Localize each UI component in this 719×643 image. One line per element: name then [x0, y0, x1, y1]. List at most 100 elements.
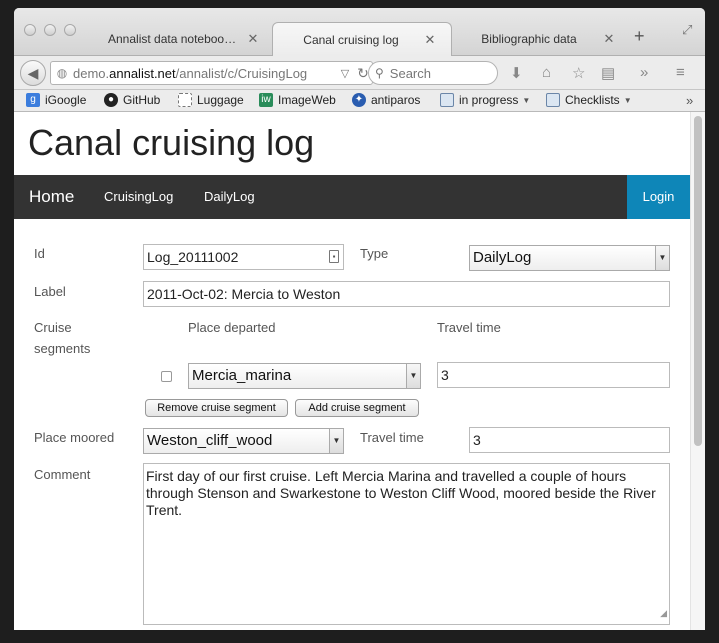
cruise-segments-label-line1: Cruise: [34, 320, 72, 335]
minimize-window-button[interactable]: [44, 24, 56, 36]
google-g-icon: g: [26, 93, 40, 107]
bookmark-label: ImageWeb: [278, 93, 336, 107]
dropdown-triangle-icon[interactable]: ▽: [336, 67, 354, 80]
hamburger-menu-icon[interactable]: ≡: [676, 64, 685, 81]
label-value: 2011-Oct-02: Mercia to Weston: [147, 286, 341, 302]
url-path: /annalist/c/CruisingLog: [175, 65, 308, 81]
overflow-chevron-icon[interactable]: »: [640, 64, 648, 81]
comment-label: Comment: [34, 467, 91, 482]
bookmark-star-icon[interactable]: ☆: [572, 64, 585, 82]
folder-icon: [440, 93, 454, 107]
close-window-button[interactable]: [24, 24, 36, 36]
contact-card-icon: ▪: [329, 250, 339, 263]
chevron-down-icon: ▼: [522, 95, 531, 105]
login-button[interactable]: Login: [627, 175, 690, 219]
site-menu-bar: Home CruisingLog DailyLog Login: [14, 175, 690, 219]
place-departed-select[interactable]: Mercia_marina ▼: [188, 363, 421, 389]
url-text: demo.annalist.net/annalist/c/CruisingLog: [73, 66, 336, 81]
id-input[interactable]: Log_20111002 ▪: [143, 244, 344, 270]
browser-window: Annalist data notebook ... ✕ Canal cruis…: [14, 8, 705, 630]
select-arrow-icon: ▼: [406, 364, 420, 388]
fullscreen-arrows-icon[interactable]: ⤢: [682, 22, 692, 38]
navigation-toolbar: ◀ ◍ demo.annalist.net/annalist/c/Cruisin…: [14, 56, 705, 90]
travel-time-label: Travel time: [360, 430, 424, 445]
vertical-scrollbar[interactable]: [690, 112, 705, 630]
segment-travel-time-input[interactable]: 3: [437, 362, 670, 388]
type-value: DailyLog: [473, 249, 532, 266]
search-input[interactable]: ⚲ Search: [368, 61, 498, 85]
bookmark-folder-in-progress[interactable]: in progress ▼: [440, 93, 530, 107]
tab-close-icon[interactable]: ✕: [602, 31, 616, 47]
tab-close-icon[interactable]: ✕: [423, 32, 437, 48]
bookmark-label: GitHub: [123, 93, 161, 107]
bookmark-github[interactable]: ● GitHub: [104, 93, 160, 107]
page-title: Canal cruising log: [28, 122, 315, 163]
download-arrow-icon[interactable]: ⬇: [510, 64, 523, 82]
place-moored-label: Place moored: [34, 430, 115, 445]
url-bar[interactable]: ◍ demo.annalist.net/annalist/c/CruisingL…: [50, 61, 373, 85]
tab-label: Bibliographic data: [481, 32, 577, 46]
github-octocat-icon: ●: [104, 93, 118, 107]
back-arrow-icon[interactable]: ◀: [20, 60, 46, 86]
place-moored-value: Weston_cliff_wood: [147, 432, 273, 449]
zoom-window-button[interactable]: [64, 24, 76, 36]
home-icon[interactable]: ⌂: [542, 64, 551, 81]
tab-canal-cruising-log[interactable]: Canal cruising log ✕: [272, 22, 452, 56]
bookmark-folder-checklists[interactable]: Checklists ▼: [546, 93, 632, 107]
bookmark-label: Luggage: [197, 93, 244, 107]
menu-dailylog-link[interactable]: DailyLog: [204, 175, 255, 219]
chevron-down-icon: ▼: [623, 95, 632, 105]
menu-cruisinglog-link[interactable]: CruisingLog: [104, 175, 173, 219]
search-icon: ⚲: [375, 66, 384, 80]
bookmarks-overflow-chevron-icon[interactable]: »: [686, 93, 693, 108]
page-content: Canal cruising log Home CruisingLog Dail…: [14, 112, 690, 630]
url-domain: annalist.net: [109, 65, 176, 81]
travel-time-input[interactable]: 3: [469, 427, 670, 453]
label-input[interactable]: 2011-Oct-02: Mercia to Weston: [143, 281, 670, 307]
type-select[interactable]: DailyLog ▼: [469, 245, 670, 271]
place-moored-select[interactable]: Weston_cliff_wood ▼: [143, 428, 344, 454]
select-arrow-icon: ▼: [329, 429, 343, 453]
tab-annalist-notebook[interactable]: Annalist data notebook ... ✕: [94, 22, 274, 56]
folder-icon: [546, 93, 560, 107]
bookmark-label: iGoogle: [45, 93, 87, 107]
bookmark-label: in progress: [459, 93, 519, 107]
id-label: Id: [34, 246, 45, 261]
type-label: Type: [360, 246, 389, 261]
dashed-square-icon: [178, 93, 192, 107]
scrollbar-thumb[interactable]: [694, 116, 702, 446]
url-prefix: demo.: [73, 65, 110, 81]
bookmark-antiparos[interactable]: ✦ antiparos: [352, 93, 420, 107]
cruise-segments-label-line2: segments: [34, 341, 91, 356]
tab-close-icon[interactable]: ✕: [246, 31, 260, 47]
select-arrow-icon: ▼: [655, 246, 669, 270]
segment-travel-time-value: 3: [441, 367, 449, 383]
tab-bibliographic-data[interactable]: Bibliographic data ✕: [450, 22, 630, 56]
travel-time-value: 3: [473, 432, 481, 448]
tab-label: Annalist data notebook ...: [108, 32, 238, 46]
travel-time-column-header: Travel time: [437, 320, 501, 335]
tab-label: Canal cruising log: [303, 32, 399, 47]
bookmark-igoogle[interactable]: g iGoogle: [26, 93, 86, 107]
search-placeholder: Search: [389, 65, 431, 81]
label-label: Label: [34, 284, 66, 299]
globe-icon: ✦: [352, 93, 366, 107]
segment-select-checkbox[interactable]: [161, 371, 172, 382]
bookmark-imageweb[interactable]: iw ImageWeb: [259, 93, 336, 107]
add-cruise-segment-button[interactable]: Add cruise segment: [295, 399, 419, 417]
place-departed-column-header: Place departed: [188, 320, 276, 335]
comment-textarea[interactable]: First day of our first cruise. Left Merc…: [143, 463, 670, 625]
remove-cruise-segment-button[interactable]: Remove cruise segment: [145, 399, 288, 417]
menu-home-link[interactable]: Home: [29, 175, 74, 219]
id-value: Log_20111002: [147, 249, 239, 265]
bookmark-luggage[interactable]: Luggage: [178, 93, 244, 107]
bookmarks-toolbar: g iGoogle ● GitHub Luggage iw ImageWeb ✦…: [14, 90, 705, 112]
place-departed-value: Mercia_marina: [192, 367, 292, 384]
globe-icon: ◍: [56, 66, 68, 80]
bookmark-label: antiparos: [371, 93, 421, 107]
resize-grip-icon[interactable]: ◢: [660, 605, 667, 622]
reading-list-icon[interactable]: ▤: [601, 64, 615, 82]
comment-value: First day of our first cruise. Left Merc…: [146, 468, 656, 518]
new-tab-plus-icon[interactable]: +: [634, 26, 645, 47]
bookmark-label: Checklists: [565, 93, 620, 107]
